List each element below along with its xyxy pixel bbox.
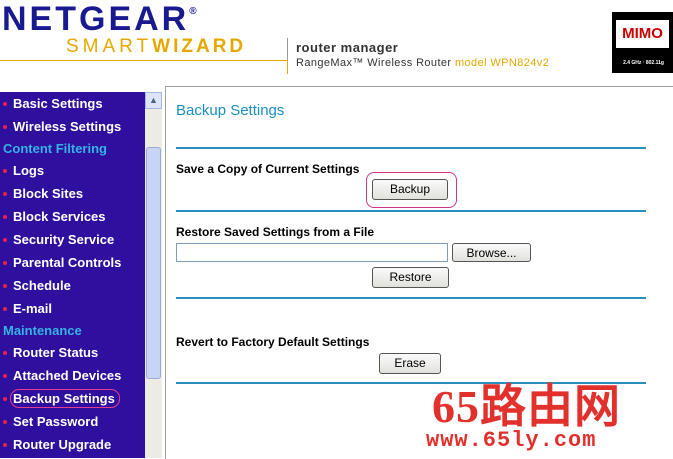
mimo-badge-sub: 2.4 GHz · 802.11g (623, 60, 664, 66)
section-rule (176, 297, 646, 299)
header-divider (0, 60, 288, 61)
sidebar-item-label: Router Upgrade (13, 437, 112, 452)
save-copy-label: Save a Copy of Current Settings (176, 162, 360, 176)
watermark-title: 65路由网 (432, 381, 621, 432)
netgear-logo: NETGEAR® (2, 0, 197, 39)
sidebar-item-logs[interactable]: Logs (0, 159, 145, 182)
scroll-up-arrow-icon[interactable]: ▲ (145, 92, 162, 109)
restore-label: Restore Saved Settings from a File (176, 225, 375, 239)
sidebar-item-e-mail[interactable]: E-mail (0, 297, 145, 320)
sidebar-item-label: Attached Devices (13, 368, 122, 383)
sidebar-item-schedule[interactable]: Schedule (0, 274, 145, 297)
header-vertical-accent (287, 60, 288, 74)
mimo-badge: MIMO 2.4 GHz · 802.11g (612, 12, 673, 73)
sidebar-item-label: Set Password (13, 414, 99, 429)
sidebar-item-router-status[interactable]: Router Status (0, 341, 145, 364)
sidebar-item-label: Logs (13, 163, 45, 178)
restore-file-input[interactable] (176, 243, 448, 262)
sidebar-item-label: Basic Settings (13, 96, 103, 111)
sidebar-item-security-service[interactable]: Security Service (0, 228, 145, 251)
menu-section-header: Maintenance (3, 323, 82, 338)
registered-mark: ® (189, 6, 197, 17)
sidebar-item-label: Security Service (13, 232, 115, 247)
backup-button[interactable]: Backup (372, 179, 448, 200)
sidebar-item-parental-controls[interactable]: Parental Controls (0, 251, 145, 274)
sidebar-item-attached-devices[interactable]: Attached Devices (0, 364, 145, 387)
sidebar-item-block-sites[interactable]: Block Sites (0, 182, 145, 205)
sidebar-item-set-password[interactable]: Set Password (0, 410, 145, 433)
browse-button[interactable]: Browse... (452, 243, 531, 262)
sidebar-item-basic-settings[interactable]: Basic Settings (0, 92, 145, 115)
product-model: model WPN824v2 (454, 57, 550, 69)
smartwizard-logo: SMARTWIZARD (66, 36, 246, 58)
watermark-url: www.65ly.com (426, 428, 597, 453)
scroll-thumb[interactable] (146, 147, 161, 379)
brand-text: NETGEAR (2, 0, 190, 38)
revert-label: Revert to Factory Default Settings (176, 335, 370, 349)
sidebar-item-label: Block Sites (13, 186, 84, 201)
mimo-badge-label: MIMO (616, 20, 669, 48)
page-header: NETGEAR® SMARTWIZARD router manager Rang… (0, 0, 673, 84)
sidebar-scrollbar[interactable]: ▲ (145, 92, 162, 458)
sidebar-menu-list: Basic Settings Wireless Settings Content F… (0, 92, 145, 456)
smart-text: SMART (66, 36, 153, 57)
section-rule (176, 147, 646, 149)
sidebar-menu: Basic Settings Wireless Settings Content F… (0, 92, 162, 458)
product-title: router manager (296, 40, 399, 55)
menu-section-header: Content Filtering (3, 141, 107, 156)
section-rule (176, 210, 646, 212)
sidebar-item-label: Wireless Settings (13, 119, 122, 134)
sidebar-item-wireless-settings[interactable]: Wireless Settings (0, 115, 145, 138)
sidebar-item-label: Backup Settings (10, 389, 120, 408)
sidebar-item-router-upgrade[interactable]: Router Upgrade (0, 433, 145, 456)
sidebar-item-label: Router Status (13, 345, 99, 360)
wizard-text: WIZARD (152, 36, 247, 57)
sidebar-item-label: Block Services (13, 209, 106, 224)
restore-button[interactable]: Restore (372, 267, 449, 288)
product-subtitle: RangeMax™ Wireless Router model WPN824v2 (296, 57, 549, 69)
sidebar-item-block-services[interactable]: Block Services (0, 205, 145, 228)
sidebar-item-label: Parental Controls (13, 255, 122, 270)
sidebar-item-backup-settings[interactable]: Backup Settings (0, 387, 145, 410)
sidebar-item-label: E-mail (13, 301, 53, 316)
page-title: Backup Settings (176, 102, 285, 119)
product-name: RangeMax™ Wireless Router (296, 57, 452, 69)
sidebar-item-label: Schedule (13, 278, 71, 293)
